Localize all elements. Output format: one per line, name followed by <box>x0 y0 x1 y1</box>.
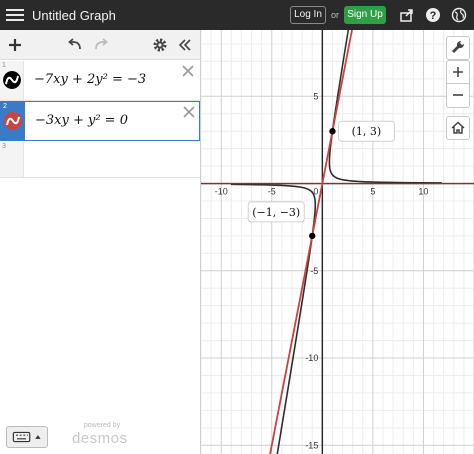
graph-paper[interactable]: -10 -5 0 5 10 5 -5 -10 -15 (1, 3) (−1, −3) <box>201 30 474 454</box>
x-tick-label: 10 <box>418 187 428 197</box>
x-tick-label: 5 <box>370 187 375 197</box>
curve-branch-upper <box>328 30 442 184</box>
powered-by-label: powered by <box>83 422 121 429</box>
plus-icon <box>453 67 463 77</box>
expression-number: 1 <box>2 62 6 69</box>
svg-text:?: ? <box>430 10 437 22</box>
menu-icon[interactable] <box>6 6 24 24</box>
share-icon[interactable] <box>399 7 415 23</box>
signup-button[interactable]: Sign Up <box>344 6 386 24</box>
expression-gutter: 1 <box>0 61 24 100</box>
expression-toolbar <box>0 30 200 60</box>
wrench-icon <box>452 40 465 53</box>
expression-latex[interactable]: −3xy + y² = 0 <box>35 113 128 128</box>
collapse-icon[interactable] <box>176 36 194 54</box>
x-tick-label: -5 <box>268 187 276 197</box>
intersection-point <box>309 232 316 240</box>
intersection-point <box>329 128 336 135</box>
minus-icon <box>453 94 463 96</box>
add-icon[interactable] <box>6 36 24 54</box>
expression-latex[interactable]: −7xy + 2y² = −3 <box>34 72 146 87</box>
point-label: (1, 3) <box>352 125 382 138</box>
y-tick-label: -10 <box>305 353 318 363</box>
or-label: or <box>331 10 340 20</box>
y-tick-label: -15 <box>305 440 318 450</box>
point-label: (−1, −3) <box>252 206 300 219</box>
y-tick-label: 5 <box>313 91 318 101</box>
zoom-in-button[interactable] <box>446 60 470 84</box>
keyboard-icon[interactable] <box>6 426 48 448</box>
expression-gutter: 3 <box>0 142 24 177</box>
top-bar: Untitled Graph Log In or Sign Up ? <box>0 0 474 30</box>
help-icon[interactable]: ? <box>425 7 441 23</box>
curve-color-icon[interactable] <box>3 71 21 89</box>
expression-number: 3 <box>2 143 6 150</box>
zoom-out-button[interactable] <box>446 84 470 108</box>
curve-color-icon[interactable] <box>4 112 22 130</box>
graph-title[interactable]: Untitled Graph <box>32 8 116 23</box>
default-viewport-button[interactable] <box>446 116 470 140</box>
delete-expression-icon[interactable] <box>182 65 194 77</box>
graph-canvas[interactable]: -10 -5 0 5 105-5-10-15(1, 3)(−1, −3) <box>201 30 474 454</box>
expression-row-2[interactable]: 2 −3xy + y² = 0 <box>0 101 200 141</box>
delete-expression-icon[interactable] <box>183 106 195 118</box>
expression-gutter: 2 <box>1 102 25 140</box>
redo-icon[interactable] <box>92 36 110 54</box>
x-tick-label: -10 <box>215 187 228 197</box>
login-button[interactable]: Log In <box>290 6 326 24</box>
globe-icon[interactable] <box>451 7 467 23</box>
y-tick-label: -5 <box>310 266 318 276</box>
expression-panel: 1 −7xy + 2y² = −3 2 −3xy + y² = 0 3 powe… <box>0 30 201 454</box>
graph-settings-button[interactable] <box>446 36 470 60</box>
expression-number: 2 <box>3 103 7 110</box>
desmos-logo[interactable]: desmos <box>72 430 128 447</box>
home-icon <box>451 121 465 134</box>
undo-icon[interactable] <box>66 36 84 54</box>
gear-icon[interactable] <box>151 36 169 54</box>
expression-row-1[interactable]: 1 −7xy + 2y² = −3 <box>0 61 200 101</box>
expression-row-3[interactable]: 3 <box>0 142 200 178</box>
